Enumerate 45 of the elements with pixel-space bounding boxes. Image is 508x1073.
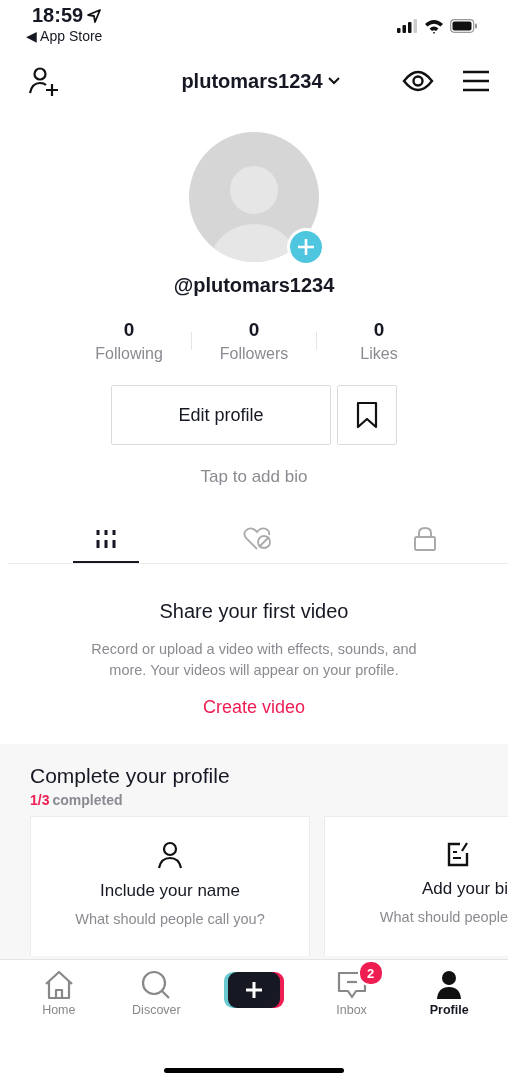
card-text: What should people call you? — [75, 911, 265, 928]
suggestion-card[interactable]: Include your name What should people call you? — [30, 816, 310, 957]
nav-tab[interactable]: Profile — [409, 960, 490, 1026]
stat-label: Following — [95, 345, 163, 363]
back-to-app-link[interactable]: ◀ App Store — [26, 27, 103, 44]
location-arrow-icon — [86, 7, 103, 24]
empty-state-text: Record or upload a video with effects, sounds, and more. Your videos will appear on your profile. — [90, 640, 418, 680]
grid-lines-icon — [95, 528, 117, 550]
progress-label: completed — [52, 792, 123, 809]
lock-icon — [412, 526, 437, 552]
wifi-icon — [424, 18, 444, 34]
suggestion-card[interactable]: Add your bi What should people — [324, 816, 508, 957]
battery-icon — [450, 19, 478, 33]
account-switcher[interactable]: plutomars1234 — [181, 69, 341, 93]
plus-icon — [224, 970, 284, 1011]
nav-tab[interactable]: Discover — [116, 960, 197, 1026]
notification-badge: 2 — [357, 960, 384, 987]
stat-count: 0 — [248, 319, 260, 341]
nav-tab[interactable]: Home — [18, 960, 99, 1026]
hidden-heart-icon — [242, 527, 273, 551]
signal-icon — [396, 19, 418, 33]
bookmark-icon — [355, 401, 379, 429]
add-friend-icon[interactable] — [28, 66, 60, 96]
stat-label: Followers — [219, 345, 289, 363]
bookmark-button[interactable] — [337, 385, 397, 445]
nav-tab[interactable]: 2 Inbox — [311, 960, 392, 1026]
progress-count: 1/3 — [30, 792, 50, 809]
empty-state-title: Share your first video — [159, 600, 349, 623]
card-title: Add your bi — [422, 879, 508, 900]
chevron-down-icon — [326, 76, 341, 86]
person-icon — [157, 841, 183, 870]
card-text: What should people — [379, 909, 508, 926]
profile-handle: @plutomars1234 — [172, 274, 336, 297]
card-title: Include your name — [100, 881, 240, 902]
eye-icon[interactable] — [402, 69, 434, 93]
stat-count: 0 — [373, 319, 385, 341]
add-bio-link[interactable]: Tap to add bio — [0, 467, 508, 487]
status-time: 18:59 — [32, 4, 84, 27]
complete-profile-title: Complete your profile — [30, 764, 231, 789]
stat-count: 0 — [123, 319, 135, 341]
menu-icon[interactable] — [462, 70, 490, 92]
stat-label: Likes — [360, 345, 398, 363]
create-video-link[interactable]: Create video — [202, 697, 306, 719]
edit-profile-button[interactable]: Edit profile — [111, 385, 331, 445]
note-edit-icon — [446, 841, 470, 868]
